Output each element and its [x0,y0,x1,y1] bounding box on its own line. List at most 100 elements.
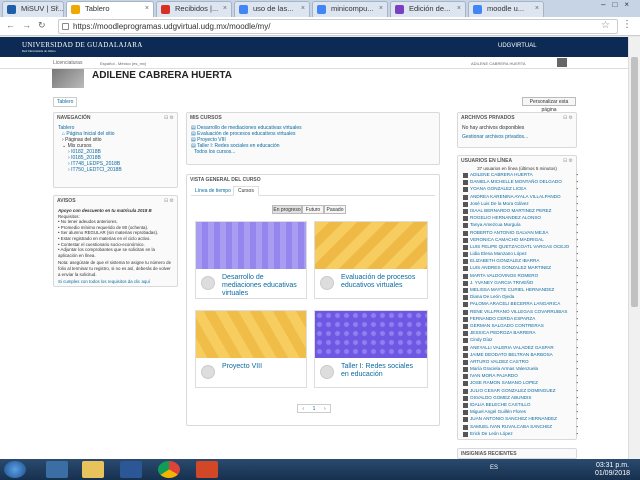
course-card[interactable]: Taller I: Redes sociales en educación [314,310,428,388]
online-user[interactable]: MELISSA MAYTE CURIEL HERNANDEZ [462,287,578,294]
online-user[interactable]: ISAAL BERNARDO MARTINEZ PEREZ [462,208,578,215]
avatar[interactable] [557,58,567,67]
block-controls-icon[interactable]: ⊟ ⚙ [164,198,174,204]
next-page-button[interactable]: › [324,405,326,412]
close-icon[interactable]: × [145,2,149,16]
online-user[interactable]: LUIS FELIPE QUETZACOATL VARGAS OCEJO [462,244,578,251]
udg-logo[interactable]: UNIVERSIDAD DE GUADALAJARA Red Universit… [22,41,143,53]
online-user[interactable]: José Luis De la Mora Gálvez [462,201,578,208]
system-clock[interactable]: 03:31 p.m. 01/09/2018 [595,462,630,478]
user-menu-name[interactable]: ADILENE CABRERA HUERTA [471,61,526,66]
forward-arrow-icon[interactable]: → [22,20,31,30]
online-user[interactable]: FERNANDO CERDA ESPARZA [462,316,578,323]
online-user[interactable]: JESSICA PEDROZA BARRERA [462,330,578,337]
close-icon[interactable]: × [535,2,539,16]
online-user[interactable]: ANDREA KARENINA AYALA VILLALPANDO [462,194,578,201]
browser-tab-google-3[interactable]: moodle u... × [468,1,544,17]
course-card[interactable]: Proyecto VIII [195,310,307,388]
filter-future[interactable]: Futuro [302,205,324,214]
back-arrow-icon[interactable]: ← [6,20,15,30]
browser-menu-icon[interactable]: ⋮ [622,19,632,30]
browser-tab-google-2[interactable]: minicompu... × [312,1,388,17]
start-button-icon[interactable] [4,461,26,478]
manage-private-files-link[interactable]: Gestionar archivos privados... [462,134,572,140]
online-user[interactable]: Tanya Amezcua Murguía [462,222,578,229]
browser-tab-gmail[interactable]: Recibidos |... × [156,1,232,17]
online-user[interactable]: LUIS ANDRES GONZALEZ MARTINEZ [462,265,578,272]
browser-tab-google-1[interactable]: uso de las... × [234,1,310,17]
online-user[interactable]: María Graciela Armas Valenzuela [462,366,578,373]
url-input[interactable]: https://moodleprogramas.udgvirtual.udg.m… [58,19,618,34]
close-icon[interactable]: × [457,2,461,16]
menu-licenciaturas[interactable]: Licenciaturas [53,60,82,66]
browser-tab-edicion[interactable]: Edición de... × [390,1,466,17]
online-user[interactable]: JUAN ANTONIO SANCHEZ HERNANDEZ [462,416,578,423]
reload-icon[interactable]: ↻ [38,20,46,31]
online-user[interactable]: GERMAN SALGADO CONTRERAS [462,323,578,330]
browser-tab-tablero[interactable]: Tablero × [66,1,154,17]
tab-courses[interactable]: Cursos [233,186,259,196]
online-user[interactable]: OSVALDO GOMEZ ABUNDIS [462,395,578,402]
notice-link[interactable]: Si cumples con todos los requisitos da c… [58,279,173,285]
course-card[interactable]: Evaluación de procesos educativos virtua… [314,221,428,299]
close-icon[interactable]: × [301,2,305,16]
customize-page-button[interactable]: Personalizar esta página [522,97,576,113]
online-user[interactable]: Erick De León López [462,431,578,438]
block-controls-icon[interactable]: ⊟ ⚙ [563,158,573,164]
google-favicon-icon [473,5,482,14]
chrome-icon[interactable] [158,461,180,478]
course-name[interactable]: Evaluación de procesos educativos virtua… [341,274,421,290]
page-scrollbar[interactable] [628,37,640,459]
online-user[interactable]: DANIELA MICHELLE MONTAÑO DELGADO [462,179,578,186]
online-user[interactable]: PALOMA ARACELI BECERRA LANGARICA [462,301,578,308]
online-user[interactable]: SAMUEL IVAN RUVALCABA SANCHEZ [462,424,578,431]
online-user[interactable]: ANEYALLI VALERIA VALADEZ GASPAR [462,345,578,352]
filter-past[interactable]: Pasado [324,205,346,214]
page-1-button[interactable]: 1 [313,405,316,412]
online-user[interactable]: JOSE RAMON SAMANO LOPEZ [462,380,578,387]
tab-timeline[interactable]: Línea de tiempo [195,188,231,194]
close-icon[interactable]: × [55,2,59,16]
online-user[interactable]: IDALIA BELECHE CASTILLO [462,402,578,409]
window-controls[interactable]: –□× [601,0,636,9]
course-name[interactable]: Taller I: Redes sociales en educación [341,363,421,379]
language-indicator[interactable]: ES [490,465,498,471]
ie-icon[interactable] [46,461,68,478]
google-favicon-icon [317,5,326,14]
online-user[interactable]: JULIO CESAR GONZALEZ DOMINGUEZ [462,388,578,395]
nav-course-4[interactable]: › IT750_LEDTCI_2018B [58,167,173,173]
block-controls-icon[interactable]: ⊟ ⚙ [563,115,573,121]
online-user[interactable]: Miguel Angel Guillén Flores [462,409,578,416]
online-user[interactable]: YOANA GONZALEZ LICEA [462,186,578,193]
online-user[interactable]: MARTA VALDOVINOS ROMERO [462,273,578,280]
course-name[interactable]: Proyecto VIII [222,363,302,371]
online-user[interactable]: ELIZABETH GONZALEZ IBARRA [462,258,578,265]
language-selector[interactable]: Español - México (es_mx) [100,61,146,66]
online-user[interactable]: VERONICA CAMACHO MADRIGAL [462,237,578,244]
word-icon[interactable] [120,461,142,478]
online-user[interactable]: JAIME DEODATO BELTRAN BARBOSA [462,352,578,359]
filter-in-progress[interactable]: En progreso [272,205,302,214]
course-card[interactable]: Desarrollo de mediaciones educativas vir… [195,221,307,299]
online-user[interactable]: Cindy Díaz [462,337,578,344]
close-icon[interactable]: × [223,2,227,16]
browser-tab-misuv[interactable]: MiSUV | Si... × [2,1,64,17]
all-courses-link[interactable]: Todos los cursos... [191,149,435,155]
bookmark-star-icon[interactable]: ☆ [601,20,610,31]
online-user[interactable]: Lidia Elena Manzano López [462,251,578,258]
online-user[interactable]: ROBERTO ANTONIO GALVAN MEJIA [462,230,578,237]
close-icon[interactable]: × [379,2,383,16]
online-user[interactable]: Diana De León Ojeda [462,294,578,301]
scroll-thumb[interactable] [631,57,638,307]
online-user[interactable]: ARTURO VALDEZ CASTRO [462,359,578,366]
powerpoint-icon[interactable] [196,461,218,478]
online-user[interactable]: RENE VILLFRANO VILLEGAS COVARRUBIAS [462,309,578,316]
breadcrumb[interactable]: Tablero [53,97,78,107]
course-name[interactable]: Desarrollo de mediaciones educativas vir… [222,274,302,298]
file-explorer-icon[interactable] [82,461,104,478]
prev-page-button[interactable]: ‹ [302,405,304,412]
online-user[interactable]: J. YVANEY GARCIA TRIVEÑO [462,280,578,287]
online-user[interactable]: IVAN MORA PAJARDO [462,373,578,380]
online-user[interactable]: ROGELIO HERNANDEZ ALONSO [462,215,578,222]
block-controls-icon[interactable]: ⊟ ⚙ [164,115,174,121]
